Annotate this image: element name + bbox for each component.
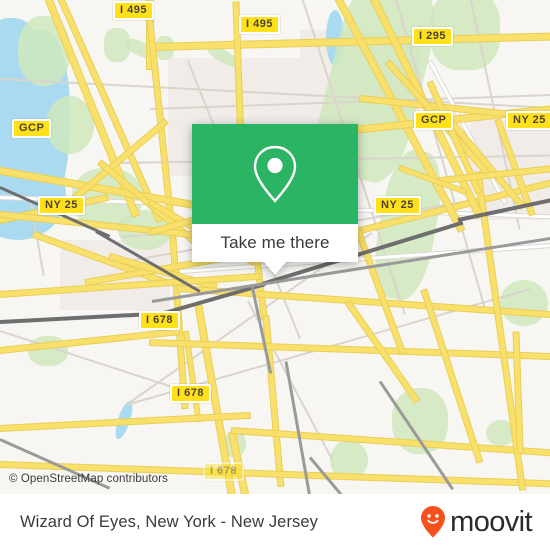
take-me-there-button[interactable]: Take me there bbox=[220, 233, 329, 253]
footer-bar: Wizard Of Eyes, New York - New Jersey mo… bbox=[0, 494, 550, 550]
park-area bbox=[500, 280, 548, 326]
highway-shield: NY 25 bbox=[374, 196, 421, 215]
highway-shield: NY 25 bbox=[506, 111, 550, 130]
highway-shield: I 678 bbox=[139, 311, 180, 330]
place-title: Wizard Of Eyes, New York - New Jersey bbox=[20, 512, 319, 531]
map-pin-icon bbox=[253, 145, 297, 203]
moovit-map-share-card: I 495 I 495 I 295 GCP NY 25 GCP NY 25 NY 25 I 67… bbox=[0, 0, 550, 550]
highway-shield: I 495 bbox=[239, 15, 280, 34]
moovit-smiley-pin-icon bbox=[421, 506, 446, 538]
highway-shield: I 295 bbox=[412, 27, 453, 46]
moovit-wordmark: moovit bbox=[450, 505, 532, 538]
callout-tail bbox=[264, 262, 286, 275]
highway-shield: I 678 bbox=[203, 462, 244, 481]
highway-shield: I 678 bbox=[170, 384, 211, 403]
map-attribution: © OpenStreetMap contributors bbox=[9, 473, 168, 485]
callout-footer[interactable]: Take me there bbox=[192, 224, 358, 262]
highway-shield: NY 25 bbox=[38, 196, 85, 215]
highway-shield: GCP bbox=[414, 111, 454, 130]
park-area bbox=[46, 96, 94, 154]
arterial-road bbox=[263, 316, 284, 487]
callout-header bbox=[192, 124, 358, 224]
highway-shield: I 495 bbox=[113, 1, 154, 20]
highway-shield: GCP bbox=[12, 119, 52, 138]
moovit-logo[interactable]: moovit bbox=[420, 505, 533, 539]
location-callout-card[interactable]: Take me there bbox=[192, 124, 358, 275]
railway-line bbox=[0, 312, 150, 324]
